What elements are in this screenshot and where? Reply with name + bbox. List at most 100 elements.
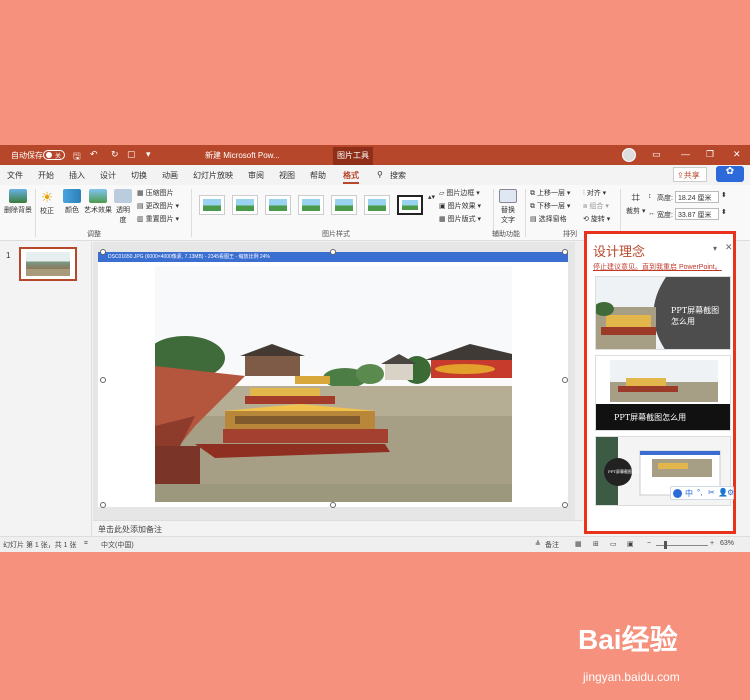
customize-qat-icon[interactable]: ▾ xyxy=(146,149,151,160)
restore-icon[interactable]: ❐ xyxy=(706,149,714,160)
powerpoint-window: 自动保存 关 🖫 ↶ ↻ ▢ ▾ 新建 Microsoft Pow... 图片工… xyxy=(0,145,750,552)
artistic-effects-button[interactable]: 艺术效果 xyxy=(84,189,112,215)
picture-layout-button[interactable]: ▦ 图片版式 ▾ xyxy=(439,214,481,224)
picture-style-5[interactable] xyxy=(331,195,357,215)
tab-animations[interactable]: 动画 xyxy=(162,170,178,181)
align-button[interactable]: ⫶ 对齐 ▾ xyxy=(583,188,606,198)
design-option-1[interactable]: PPT屏幕截图 怎么用 xyxy=(595,276,731,350)
tab-design[interactable]: 设计 xyxy=(100,170,116,181)
reset-picture-button[interactable]: ▥ 重置图片 ▾ xyxy=(137,214,179,224)
slide-number: 1 xyxy=(6,251,11,260)
width-icon: ↔ xyxy=(648,210,655,217)
redo-icon[interactable]: ↻ xyxy=(111,149,119,160)
crop-button[interactable]: ⌗ 裁剪 ▾ xyxy=(626,189,645,216)
start-slideshow-icon[interactable]: ▢ xyxy=(127,149,136,160)
autosave-toggle[interactable]: 关 xyxy=(43,150,65,160)
language-label[interactable]: 中文(中国) xyxy=(101,540,134,550)
ime-scissors-icon[interactable]: ✂ xyxy=(708,488,715,497)
stop-suggestions-link[interactable]: 停止建议意见。直到我重启 PowerPoint。 xyxy=(593,262,722,272)
notes-pane[interactable]: 单击此处添加备注 xyxy=(93,520,583,536)
tab-slideshow[interactable]: 幻灯片放映 xyxy=(193,170,233,181)
close-icon[interactable]: ✕ xyxy=(733,149,741,160)
slide-sorter-icon[interactable]: ⊞ xyxy=(593,540,599,548)
notes-button[interactable]: 备注 xyxy=(545,540,559,550)
search-icon[interactable]: ⚲ xyxy=(377,170,383,179)
bring-forward-icon: ⧉ xyxy=(530,190,535,197)
picture-style-6[interactable] xyxy=(364,195,390,215)
reset-picture-label: 重置图片 xyxy=(145,216,174,223)
tab-view[interactable]: 视图 xyxy=(279,170,295,181)
rotate-button[interactable]: ⟲ 旋转 ▾ xyxy=(583,214,610,224)
height-spinner[interactable]: ⬍ xyxy=(721,191,727,199)
reading-view-icon[interactable]: ▭ xyxy=(610,540,617,548)
resize-handle-tr[interactable] xyxy=(562,249,568,255)
tab-insert[interactable]: 插入 xyxy=(69,170,85,181)
ribbon-display-icon[interactable]: ▭ xyxy=(652,149,661,160)
pane-options-icon[interactable]: ▾ xyxy=(713,244,717,253)
design-ideas-pane: 设计理念 ▾ ✕ 停止建议意见。直到我重启 PowerPoint。 PPT屏幕截… xyxy=(584,231,736,534)
bring-forward-label: 上移一层 xyxy=(536,190,565,197)
slide-thumbnail[interactable] xyxy=(19,247,77,281)
picture-style-3[interactable] xyxy=(265,195,291,215)
ime-settings-icon[interactable]: ⚙ xyxy=(727,488,734,497)
resize-handle-tl[interactable] xyxy=(100,249,106,255)
color-button[interactable]: 颜色 xyxy=(63,189,81,215)
assistant-icon[interactable]: ✿ xyxy=(716,166,744,182)
send-backward-button[interactable]: ⧉ 下移一层 ▾ xyxy=(530,201,570,211)
rotate-icon: ⟲ xyxy=(583,216,589,223)
resize-handle-bl[interactable] xyxy=(100,502,106,508)
width-spinner[interactable]: ⬍ xyxy=(721,208,727,216)
inserted-picture[interactable] xyxy=(155,266,512,502)
spellcheck-icon[interactable]: ⌗ xyxy=(84,540,88,548)
user-avatar[interactable] xyxy=(622,148,636,162)
pane-close-icon[interactable]: ✕ xyxy=(725,242,733,253)
normal-view-icon[interactable]: ▦ xyxy=(575,540,582,548)
zoom-level[interactable]: 63% xyxy=(720,540,734,547)
selection-pane-button[interactable]: ▤ 选择窗格 xyxy=(530,214,567,224)
tab-help[interactable]: 帮助 xyxy=(310,170,326,181)
bring-forward-button[interactable]: ⧉ 上移一层 ▾ xyxy=(530,188,570,198)
compress-pictures-button[interactable]: ▦ 压缩图片 xyxy=(137,188,174,198)
resize-handle-mr[interactable] xyxy=(562,377,568,383)
group-button[interactable]: ⧈ 组合 ▾ xyxy=(583,201,609,211)
tab-file[interactable]: 文件 xyxy=(7,170,23,181)
ime-mode-label[interactable]: 中 xyxy=(685,488,693,499)
alt-text-button[interactable]: 替换文字 xyxy=(499,189,517,225)
change-picture-button[interactable]: ▤ 更改图片 ▾ xyxy=(137,201,179,211)
picture-border-button[interactable]: ▱ 图片边框 ▾ xyxy=(439,188,480,198)
share-button[interactable]: ⇪共享 xyxy=(673,167,707,182)
picture-style-4[interactable] xyxy=(298,195,324,215)
undo-icon[interactable]: ↶ xyxy=(90,149,98,160)
tab-home[interactable]: 开始 xyxy=(38,170,54,181)
zoom-slider-thumb[interactable] xyxy=(664,541,667,549)
resize-handle-bm[interactable] xyxy=(330,502,336,508)
corrections-button[interactable]: ☀ 校正 xyxy=(40,189,54,216)
rotate-handle[interactable] xyxy=(330,249,336,255)
slideshow-view-icon[interactable]: ▣ xyxy=(627,540,634,548)
picture-style-7[interactable] xyxy=(397,195,423,215)
tab-review[interactable]: 审阅 xyxy=(248,170,264,181)
resize-handle-br[interactable] xyxy=(562,502,568,508)
picture-effects-button[interactable]: ▣ 图片效果 ▾ xyxy=(439,201,481,211)
color-label: 颜色 xyxy=(65,207,79,214)
width-input[interactable]: 33.87 厘米 xyxy=(675,208,719,220)
transparency-button[interactable]: 透明度 xyxy=(114,189,132,225)
ime-logo-icon[interactable] xyxy=(673,489,682,498)
zoom-out-icon[interactable]: − xyxy=(647,540,651,547)
height-input[interactable]: 18.24 厘米 xyxy=(675,191,719,203)
styles-scroll-icon[interactable]: ▴▾ xyxy=(428,193,435,201)
resize-handle-ml[interactable] xyxy=(100,377,106,383)
search-label[interactable]: 搜索 xyxy=(390,170,406,181)
slide-canvas[interactable]: DSC01650.JPG (6000×4000像素, 7.13MB) - 234… xyxy=(98,249,568,508)
save-icon[interactable]: 🖫 xyxy=(73,149,81,165)
ime-punctuation-icon[interactable]: °, xyxy=(697,488,702,497)
notes-icon[interactable]: ≜ xyxy=(535,540,541,548)
tab-transitions[interactable]: 切换 xyxy=(131,170,147,181)
picture-style-1[interactable] xyxy=(199,195,225,215)
tab-format[interactable]: 格式 xyxy=(343,170,359,184)
remove-background-button[interactable]: 删除背景 xyxy=(4,189,32,215)
zoom-in-icon[interactable]: + xyxy=(710,540,714,547)
design-option-2[interactable]: PPT屏幕截图怎么用 xyxy=(595,355,731,431)
minimize-icon[interactable]: — xyxy=(681,149,690,159)
picture-style-2[interactable] xyxy=(232,195,258,215)
